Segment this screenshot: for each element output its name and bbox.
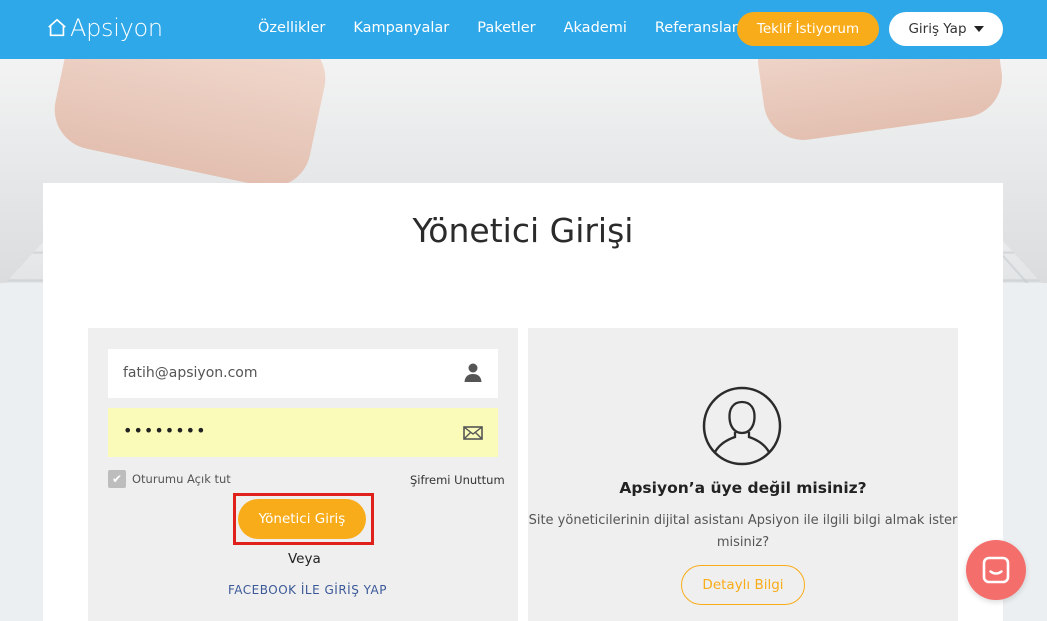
password-value: •••••••• bbox=[123, 421, 207, 440]
admin-login-button[interactable]: Yönetici Giriş bbox=[238, 499, 366, 539]
main-menu: Özellikler Kampanyalar Paketler Akademi … bbox=[258, 20, 766, 36]
menu-item-kampanyalar[interactable]: Kampanyalar bbox=[353, 20, 449, 36]
home-outline-icon bbox=[48, 18, 66, 37]
brand-name: Apsiyon bbox=[70, 14, 163, 42]
or-separator: Veya bbox=[288, 551, 321, 567]
user-avatar-icon bbox=[702, 386, 782, 466]
brand-logo[interactable]: Apsiyon bbox=[46, 13, 163, 43]
chat-widget-button[interactable] bbox=[966, 540, 1026, 600]
caret-down-icon bbox=[973, 26, 984, 32]
signup-description: Site yöneticilerinin dijital asistanı Ap… bbox=[528, 513, 958, 550]
remember-me[interactable]: ✔ Oturumu Açık tut bbox=[108, 470, 231, 488]
top-navbar: Apsiyon Özellikler Kampanyalar Paketler … bbox=[0, 0, 1047, 59]
signup-heading: Apsiyon’a üye değil misiniz? bbox=[619, 479, 867, 497]
hand-image-left bbox=[47, 59, 333, 195]
menu-item-ozellikler[interactable]: Özellikler bbox=[258, 20, 325, 36]
menu-item-referanslar[interactable]: Referanslar bbox=[655, 20, 738, 36]
page-title: Yönetici Girişi bbox=[412, 211, 634, 250]
facebook-login-link[interactable]: FACEBOOK İLE GİRİŞ YAP bbox=[228, 583, 387, 597]
forgot-password-link[interactable]: Şifremi Unuttum bbox=[410, 473, 505, 487]
remember-label: Oturumu Açık tut bbox=[132, 472, 231, 486]
envelope-icon bbox=[463, 426, 483, 440]
checkmark-icon: ✔ bbox=[111, 472, 123, 486]
menu-item-akademi[interactable]: Akademi bbox=[564, 20, 627, 36]
chat-icon bbox=[982, 556, 1010, 584]
menu-item-paketler[interactable]: Paketler bbox=[477, 20, 535, 36]
password-field[interactable]: •••••••• bbox=[108, 408, 498, 457]
email-field[interactable]: fatih@apsiyon.com bbox=[108, 349, 498, 398]
remember-checkbox[interactable]: ✔ bbox=[108, 470, 126, 488]
login-dropdown-button[interactable]: Giriş Yap bbox=[889, 12, 1003, 46]
details-button[interactable]: Detaylı Bilgi bbox=[681, 565, 805, 605]
request-offer-button[interactable]: Teklif İstiyorum bbox=[737, 12, 879, 46]
login-dropdown-label: Giriş Yap bbox=[908, 21, 967, 37]
email-value: fatih@apsiyon.com bbox=[123, 365, 258, 381]
user-icon bbox=[464, 363, 482, 382]
hand-image-right bbox=[752, 59, 1008, 146]
